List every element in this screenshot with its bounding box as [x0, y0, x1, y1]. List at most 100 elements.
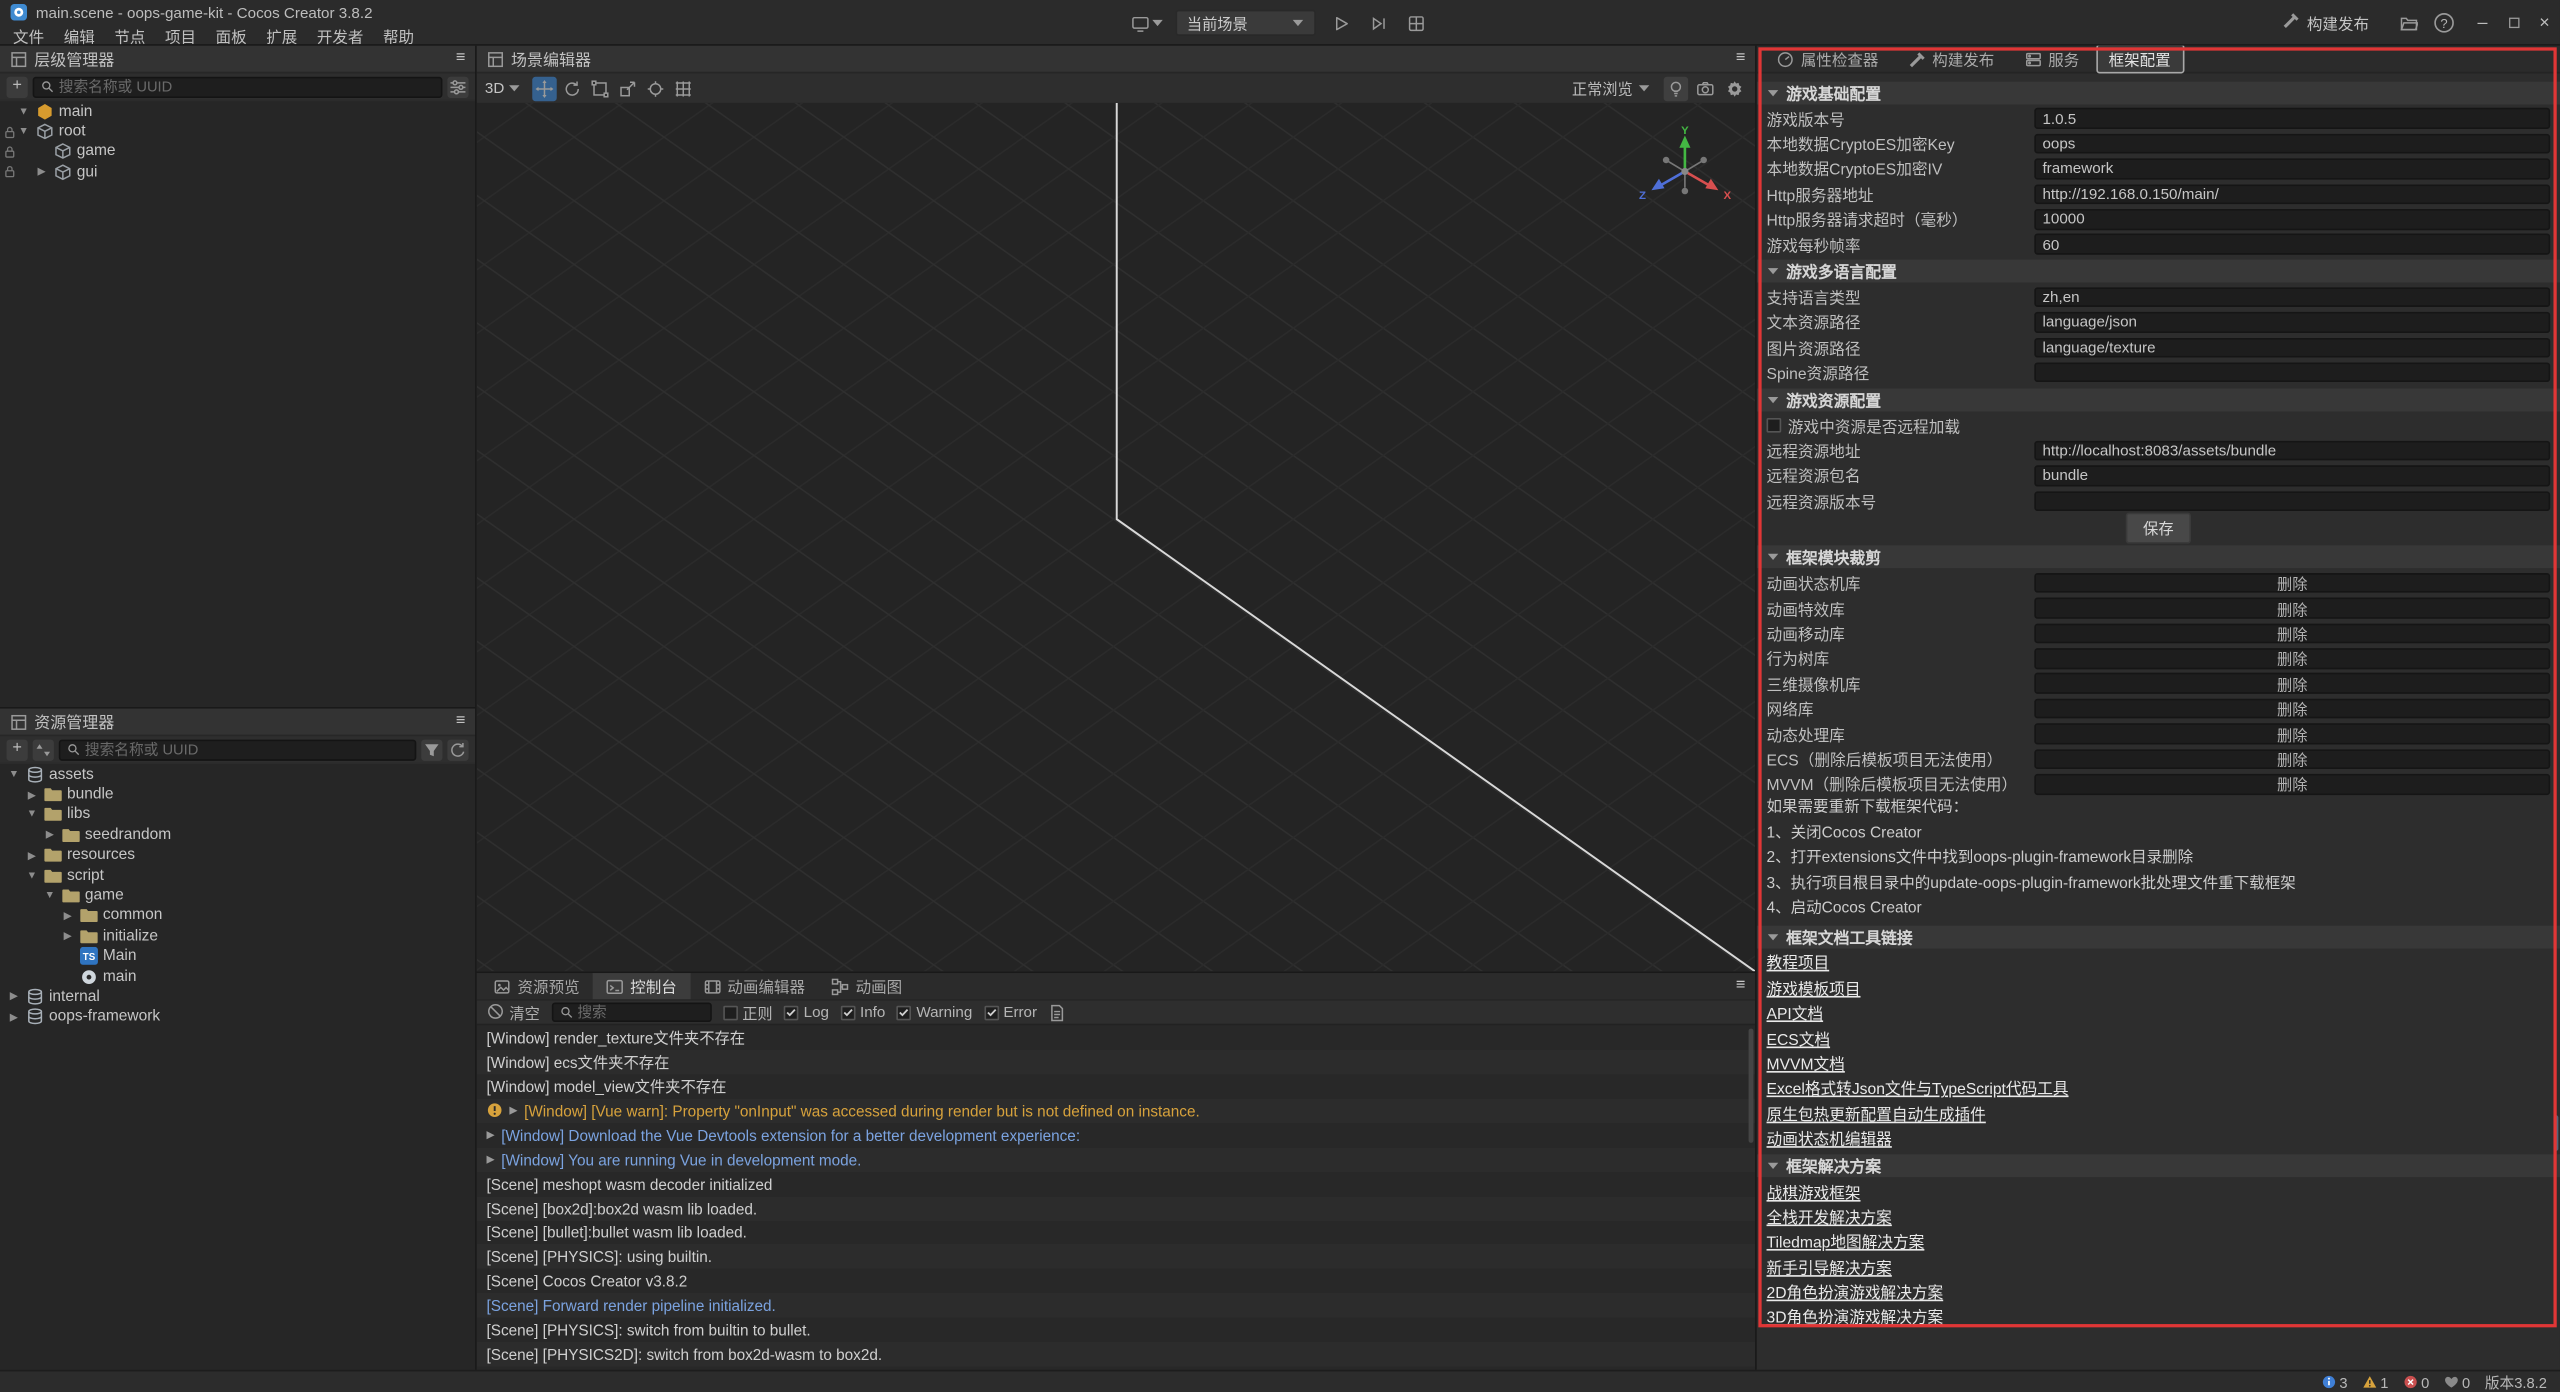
asset-seedrandom[interactable]: ▶seedrandom: [0, 825, 475, 845]
tree-expand-arrow[interactable]: ▶: [60, 909, 75, 922]
game-template-project-link[interactable]: 游戏模板项目: [1767, 976, 1861, 999]
tree-expand-arrow[interactable]: ▼: [16, 126, 31, 137]
layout-button[interactable]: [1402, 10, 1428, 36]
anim-effect-delete-button[interactable]: 删除: [2034, 598, 2550, 618]
log-row[interactable]: [Window] model_view文件夹不存在: [477, 1074, 1755, 1098]
asset-internal[interactable]: ▶internal: [0, 987, 475, 1007]
snap-tool-button[interactable]: [671, 76, 695, 100]
tree-expand-arrow[interactable]: ▶: [7, 1010, 22, 1023]
clear-console-button[interactable]: 清空: [487, 1001, 540, 1024]
filter-log-checkbox[interactable]: Log: [784, 1004, 829, 1020]
status-heart-count[interactable]: 0: [2444, 1374, 2470, 1390]
move-tool-button[interactable]: [532, 76, 556, 100]
section-header-game-language[interactable]: 游戏多语言配置: [1757, 260, 2560, 283]
log-row[interactable]: [Scene] [PHYSICS]: using builtin.: [477, 1245, 1755, 1269]
mvvm-docs-link[interactable]: MVVM文档: [1767, 1051, 1845, 1074]
view-mode-dropdown[interactable]: 正常浏览: [1572, 76, 1747, 100]
guide-solution-link[interactable]: 新手引导解决方案: [1767, 1255, 1892, 1278]
fullstack-solution-link[interactable]: 全栈开发解决方案: [1767, 1205, 1892, 1228]
remote-address-input[interactable]: [2034, 440, 2550, 460]
lang-json-path-input[interactable]: [2034, 312, 2550, 332]
hierarchy-node-gui[interactable]: ▶gui: [0, 162, 475, 182]
console-menu-icon[interactable]: ≡: [1736, 978, 1746, 994]
asset-game[interactable]: ▼game: [0, 885, 475, 905]
asset-resources[interactable]: ▶resources: [0, 845, 475, 865]
console-scrollbar[interactable]: [1749, 1029, 1754, 1143]
log-row[interactable]: [Window] ecs文件夹不存在: [477, 1050, 1755, 1074]
preview-platform-button[interactable]: [1131, 10, 1164, 36]
scene-settings-button[interactable]: [1722, 76, 1746, 100]
section-header-game-resource[interactable]: 游戏资源配置: [1757, 388, 2560, 411]
tree-expand-arrow[interactable]: ▼: [7, 768, 22, 779]
add-asset-button[interactable]: +: [7, 739, 28, 760]
section-header-doc-links[interactable]: 框架文档工具链接: [1757, 925, 2560, 948]
camera-3d-delete-button[interactable]: 删除: [2034, 673, 2550, 693]
log-row[interactable]: [Scene] [box2d]:box2d wasm lib loaded.: [477, 1196, 1755, 1220]
assets-menu-icon[interactable]: ≡: [456, 713, 466, 729]
minimize-button[interactable]: –: [2467, 0, 2498, 46]
network-delete-button[interactable]: 删除: [2034, 699, 2550, 719]
console-search-input[interactable]: [577, 1004, 703, 1020]
anim-state-machine-delete-button[interactable]: 删除: [2034, 573, 2550, 593]
export-log-icon[interactable]: [1048, 1003, 1066, 1021]
inspector-tab-property-inspector[interactable]: 属性检查器: [1763, 46, 1891, 74]
log-row[interactable]: [Window] render_texture文件夹不存在: [477, 1025, 1755, 1049]
tree-expand-arrow[interactable]: ▶: [42, 828, 57, 841]
axis-gizmo[interactable]: Y X Z: [1633, 126, 1737, 217]
log-expand-arrow[interactable]: ▶: [487, 1153, 495, 1166]
rect-tool-button[interactable]: [588, 76, 612, 100]
maximize-button[interactable]: [2498, 0, 2529, 46]
refresh-assets-button[interactable]: [447, 739, 468, 760]
help-button[interactable]: ?: [2431, 10, 2457, 36]
asset-initialize[interactable]: ▶initialize: [0, 926, 475, 946]
inspector-tab-build-publish[interactable]: 构建发布: [1895, 46, 2008, 74]
assets-search-input[interactable]: [85, 741, 408, 757]
tree-expand-arrow[interactable]: ▶: [7, 990, 22, 1003]
log-row[interactable]: ▶[Window] Download the Vue Devtools exte…: [477, 1123, 1755, 1147]
lock-icon[interactable]: [3, 145, 16, 158]
filter-error-checkbox[interactable]: Error: [984, 1004, 1037, 1020]
light-button[interactable]: [1664, 76, 1688, 100]
log-expand-arrow[interactable]: ▶: [487, 1129, 495, 1142]
tiledmap-solution-link[interactable]: Tiledmap地图解决方案: [1767, 1230, 1925, 1253]
crypto-iv-input[interactable]: [2034, 159, 2550, 179]
tree-expand-arrow[interactable]: ▶: [60, 929, 75, 942]
scale-tool-button[interactable]: [615, 76, 639, 100]
regex-checkbox[interactable]: 正则: [723, 1001, 773, 1024]
fps-input[interactable]: [2034, 234, 2550, 254]
pivot-tool-button[interactable]: [643, 76, 667, 100]
api-docs-link[interactable]: API文档: [1767, 1001, 1824, 1024]
asset-oops-framework[interactable]: ▶oops-framework: [0, 1007, 475, 1027]
filter-info-checkbox[interactable]: Info: [840, 1004, 885, 1020]
hierarchy-node-game[interactable]: game: [0, 142, 475, 162]
spine-path-input[interactable]: [2034, 362, 2550, 382]
save-button[interactable]: 保存: [2125, 513, 2192, 544]
status-warning-count[interactable]: 1: [2362, 1374, 2388, 1390]
hierarchy-node-main[interactable]: ▼main: [0, 101, 475, 121]
tutorial-project-link[interactable]: 教程项目: [1767, 951, 1830, 974]
scene-selector-dropdown[interactable]: 当前场景: [1176, 10, 1316, 36]
log-row[interactable]: [Scene] meshopt wasm decoder initialized: [477, 1172, 1755, 1196]
excel-tool-link[interactable]: Excel格式转Json文件与TypeScript代码工具: [1767, 1076, 2069, 1099]
rotate-tool-button[interactable]: [560, 76, 584, 100]
close-button[interactable]: ×: [2529, 0, 2560, 46]
asset-main-scene[interactable]: main: [0, 966, 475, 986]
section-header-module-trim[interactable]: 框架模块裁剪: [1757, 546, 2560, 569]
log-row[interactable]: ▶[Window] You are running Vue in develop…: [477, 1147, 1755, 1171]
lang-texture-path-input[interactable]: [2034, 337, 2550, 357]
ecs-delete-button[interactable]: 删除: [2034, 749, 2550, 769]
asset-bundle[interactable]: ▶bundle: [0, 784, 475, 804]
status-error-count[interactable]: 0: [2403, 1374, 2429, 1390]
dynamic-process-delete-button[interactable]: 删除: [2034, 724, 2550, 744]
http-server-input[interactable]: [2034, 184, 2550, 204]
animator-editor-link[interactable]: 动画状态机编辑器: [1767, 1127, 1892, 1150]
section-header-solutions[interactable]: 框架解决方案: [1757, 1154, 2560, 1177]
tree-expand-arrow[interactable]: ▼: [24, 870, 39, 881]
game-version-input[interactable]: [2034, 108, 2550, 128]
tree-expand-arrow[interactable]: ▼: [42, 890, 57, 901]
lock-icon[interactable]: [3, 125, 16, 138]
hierarchy-node-root[interactable]: ▼root: [0, 121, 475, 141]
http-timeout-input[interactable]: [2034, 209, 2550, 229]
log-row[interactable]: [Scene] [PHYSICS]: switch from builtin t…: [477, 1318, 1755, 1342]
console-tab-animation-editor[interactable]: 动画编辑器: [690, 973, 818, 999]
